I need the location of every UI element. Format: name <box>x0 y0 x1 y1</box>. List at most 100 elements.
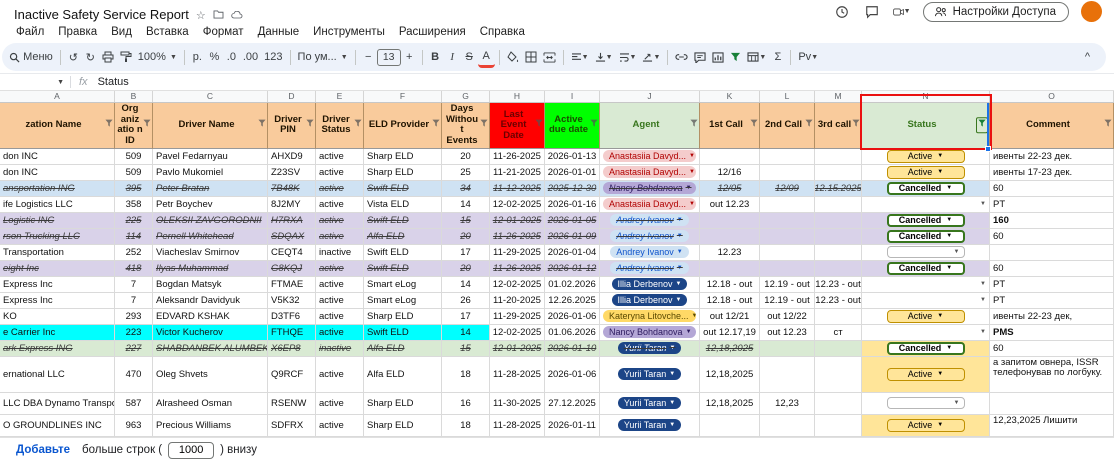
cell-call2[interactable] <box>760 164 815 181</box>
cell-call1[interactable] <box>700 212 760 229</box>
cell-org[interactable]: Express Inc <box>0 292 115 309</box>
menu-item-0[interactable]: Файл <box>10 25 50 39</box>
cell-org_id[interactable]: 252 <box>115 244 153 261</box>
menu-item-7[interactable]: Расширения <box>393 25 472 39</box>
cell-call1[interactable] <box>700 260 760 277</box>
cell-call3[interactable] <box>815 228 862 245</box>
cell-last_event[interactable]: 11-28-2025 <box>490 414 545 437</box>
dropdown-arrow-icon[interactable]: ▼ <box>946 233 952 239</box>
cell-due[interactable]: 01.02.2026 <box>545 276 600 293</box>
cell-driver_status[interactable]: active <box>316 164 364 181</box>
cell-org[interactable]: don INC <box>0 148 115 165</box>
cell-driver_name[interactable]: Precious Williams <box>153 414 268 437</box>
cell-due[interactable]: 2026-01-10 <box>545 340 600 357</box>
cell-eld[interactable]: Swift ELD <box>364 180 442 197</box>
cell-days[interactable]: 20 <box>442 228 490 245</box>
cell-driver_pin[interactable]: SDFRX <box>268 414 316 437</box>
cell-agent[interactable]: Yurii Taran ▼ <box>600 392 700 415</box>
dropdown-arrow-icon[interactable]: ▼ <box>692 313 696 319</box>
filter-icon[interactable] <box>535 120 543 132</box>
column-letter-H[interactable]: H <box>490 90 545 102</box>
insert-link-icon[interactable] <box>672 47 691 68</box>
dropdown-arrow-icon[interactable]: ▼ <box>937 169 943 175</box>
cell-agent[interactable]: Illia Derbenov ▼ <box>600 292 700 309</box>
cell-days[interactable]: 25 <box>442 164 490 181</box>
status-chip[interactable]: Active ▼ <box>886 149 965 163</box>
cell-org_id[interactable]: 114 <box>115 228 153 245</box>
cell-org_id[interactable]: 358 <box>115 196 153 213</box>
dropdown-arrow-icon[interactable]: ▼ <box>677 217 683 223</box>
cell-driver_pin[interactable]: X6EP8 <box>268 340 316 357</box>
cell-call1[interactable]: 12.18 - out <box>700 276 760 293</box>
cell-due[interactable]: 2026-01-01 <box>545 164 600 181</box>
text-rotation-button[interactable]: ▼ <box>639 47 663 68</box>
cell-status[interactable]: Active ▼ <box>862 414 990 437</box>
cell-call1[interactable]: 12,18,2025 <box>700 392 760 415</box>
cell-driver_pin[interactable]: D3TF6 <box>268 308 316 325</box>
dropdown-arrow-icon[interactable]: ▼ <box>946 265 952 271</box>
cell-driver_name[interactable]: EDVARD KSHAK <box>153 308 268 325</box>
borders-button[interactable] <box>522 47 540 68</box>
cell-comment[interactable] <box>990 244 1114 261</box>
cell-comment[interactable]: 60 <box>990 228 1114 245</box>
cell-call3[interactable] <box>815 414 862 437</box>
status-chip[interactable]: Cancelled ▼ <box>886 213 965 227</box>
cell-last_event[interactable]: 11-26-2025 <box>490 228 545 245</box>
meet-chevron-icon[interactable]: ▼ <box>904 8 911 15</box>
cell-call2[interactable] <box>760 414 815 437</box>
filter-icon[interactable] <box>690 120 698 132</box>
cell-call1[interactable]: 12/16 <box>700 164 760 181</box>
cell-org[interactable]: ark Express ING <box>0 340 115 357</box>
cell-call3[interactable] <box>815 260 862 277</box>
cell-org[interactable]: Express Inc <box>0 276 115 293</box>
cell-org[interactable]: LLC DBA Dynamo Transport <box>0 392 115 415</box>
column-header-last_event[interactable]: Last Event Date <box>490 102 545 149</box>
dropdown-arrow-icon[interactable]: ▼ <box>686 185 692 191</box>
menu-item-6[interactable]: Инструменты <box>307 25 391 39</box>
agent-chip[interactable]: Anastasiia Davyd... ▼ <box>603 150 696 163</box>
agent-chip[interactable]: Yurii Taran ▼ <box>617 368 682 381</box>
cell-eld[interactable]: Swift ELD <box>364 212 442 229</box>
column-letter-I[interactable]: I <box>545 90 600 102</box>
font-size-input[interactable]: 13 <box>376 48 401 66</box>
cell-call2[interactable] <box>760 148 815 165</box>
cell-org_id[interactable]: 509 <box>115 148 153 165</box>
undo-icon[interactable]: ↺ <box>65 47 82 68</box>
cell-eld[interactable]: Vista ELD <box>364 196 442 213</box>
cell-days[interactable]: 16 <box>442 392 490 415</box>
insert-chart-icon[interactable] <box>709 47 727 68</box>
cell-status[interactable]: Cancelled ▼ <box>862 180 990 197</box>
functions-button[interactable]: Σ <box>769 47 786 68</box>
cell-last_event[interactable]: 11-20-2025 <box>490 292 545 309</box>
cell-eld[interactable]: Smart eLog <box>364 292 442 309</box>
cell-driver_name[interactable]: Petr Boychev <box>153 196 268 213</box>
cell-call2[interactable]: 12,23 <box>760 392 815 415</box>
cell-call3[interactable] <box>815 392 862 415</box>
cell-call3[interactable] <box>815 164 862 181</box>
cell-due[interactable]: 2026-01-06 <box>545 356 600 393</box>
cell-agent[interactable]: Yurii Taran ▼ <box>600 414 700 437</box>
cell-due[interactable]: 2026-01-13 <box>545 148 600 165</box>
cell-call3[interactable]: 12.23 - out <box>815 292 862 309</box>
dropdown-arrow-icon[interactable]: ▼ <box>937 422 943 428</box>
filter-icon[interactable] <box>105 120 113 132</box>
column-letter-A[interactable]: A <box>0 90 115 102</box>
cell-comment[interactable]: PMS <box>990 324 1114 341</box>
cell-driver_status[interactable]: inactive <box>316 340 364 357</box>
cell-days[interactable]: 14 <box>442 276 490 293</box>
cell-org[interactable]: don INC <box>0 164 115 181</box>
column-header-org_id[interactable]: Org aniz atio n ID <box>115 102 153 149</box>
cell-status[interactable]: ▼ <box>862 324 990 341</box>
cell-driver_status[interactable]: active <box>316 414 364 437</box>
column-header-call2[interactable]: 2nd Call <box>760 102 815 149</box>
cell-days[interactable]: 18 <box>442 356 490 393</box>
agent-chip[interactable]: Nancy Bohdanova ▼ <box>603 182 696 195</box>
cell-comment[interactable]: а запитом овнера, ISSR телефонував по ло… <box>990 356 1114 393</box>
column-letter-C[interactable]: C <box>153 90 268 102</box>
cell-driver_pin[interactable]: FTMAE <box>268 276 316 293</box>
cell-last_event[interactable]: 12-01-2025 <box>490 212 545 229</box>
cell-driver_name[interactable]: Peter Bratan <box>153 180 268 197</box>
cell-due[interactable]: 01.06.2026 <box>545 324 600 341</box>
cell-driver_name[interactable]: Oleg Shvets <box>153 356 268 393</box>
cell-call1[interactable]: 12,18,2025 <box>700 340 760 357</box>
